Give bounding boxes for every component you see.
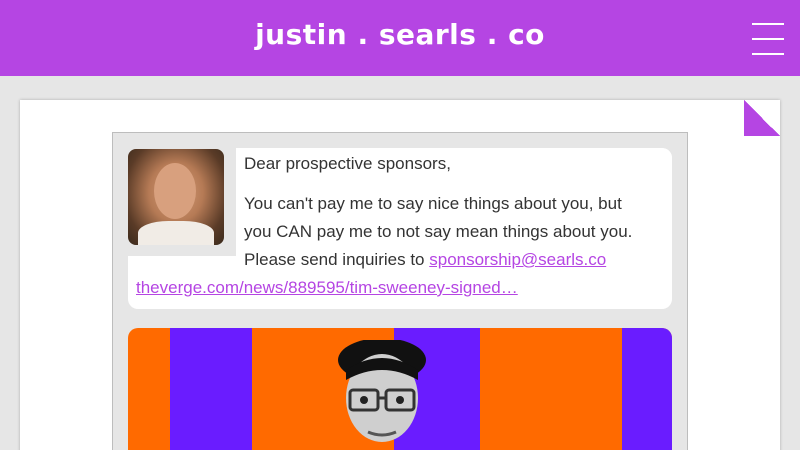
sponsorship-email-link[interactable]: sponsorship@searls.co bbox=[429, 250, 606, 269]
article-link-line: theverge.com/news/889595/tim-sweeney-sig… bbox=[136, 278, 518, 298]
portrait-photo bbox=[338, 340, 426, 442]
post-body-line-1: You can't pay me to say nice things abou… bbox=[244, 194, 622, 213]
eye-right bbox=[396, 396, 404, 404]
avatar-shirt bbox=[138, 221, 214, 245]
post-greeting: Dear prospective sponsors, bbox=[244, 154, 451, 173]
menu-line-middle bbox=[752, 38, 784, 40]
avatar-face bbox=[154, 163, 196, 219]
post-body-line-2: you CAN pay me to not say mean things ab… bbox=[244, 222, 633, 241]
page-corner-fold-icon bbox=[744, 100, 780, 136]
menu-line-bottom bbox=[752, 53, 784, 55]
inquiries-prefix: Please send inquiries to bbox=[244, 250, 430, 269]
hamburger-menu-icon[interactable] bbox=[750, 22, 786, 56]
site-header: justin . searls . co bbox=[0, 0, 800, 76]
article-link[interactable]: theverge.com/news/889595/tim-sweeney-sig… bbox=[136, 278, 518, 297]
image-stripe bbox=[622, 328, 672, 450]
post-inquiries-line: Please send inquiries to sponsorship@sea… bbox=[244, 250, 606, 270]
image-stripe bbox=[170, 328, 252, 450]
author-avatar[interactable] bbox=[128, 149, 224, 245]
site-title-link[interactable]: justin . searls . co bbox=[0, 18, 800, 51]
eye-left bbox=[360, 396, 368, 404]
menu-line-top bbox=[752, 23, 784, 25]
